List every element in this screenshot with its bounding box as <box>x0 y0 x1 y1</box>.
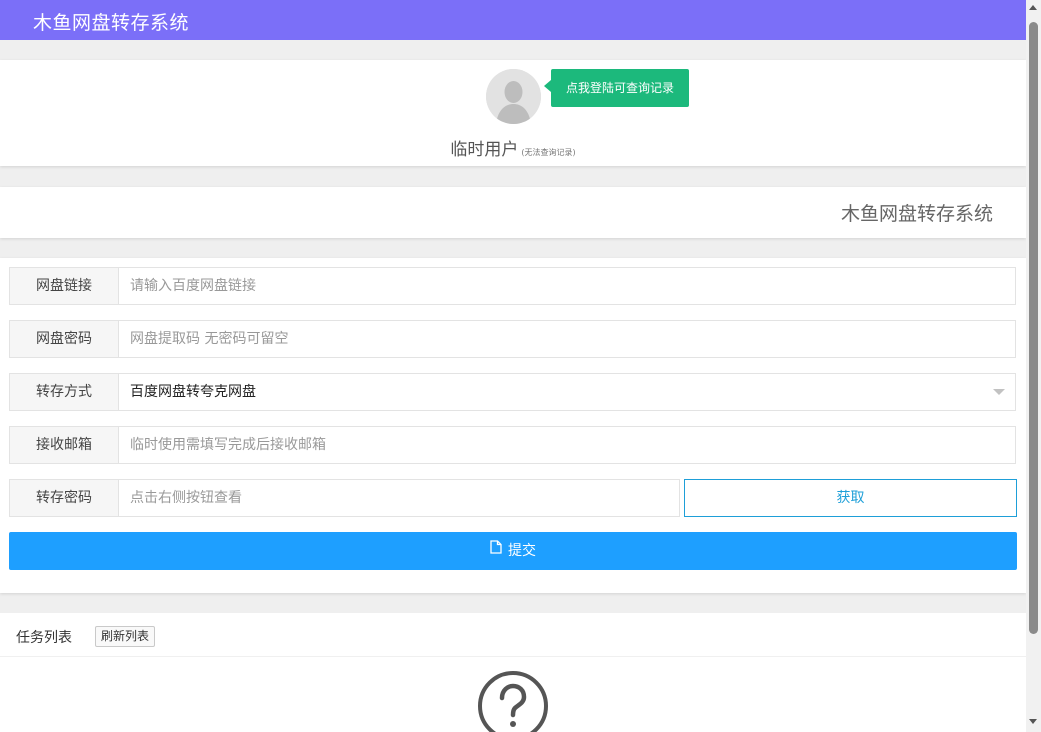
transfer-code-row: 转存密码 <box>9 479 680 517</box>
method-select[interactable]: 百度网盘转夸克网盘 <box>130 374 256 410</box>
link-input[interactable] <box>120 268 1015 304</box>
header-title: 木鱼网盘转存系统 <box>33 12 190 34</box>
submit-button[interactable]: 提交 <box>9 532 1017 570</box>
user-card: 点我登陆可查询记录 临时用户 (无法查询记录) <box>0 60 1026 166</box>
email-label: 接收邮箱 <box>10 427 119 463</box>
system-title-card: 木鱼网盘转存系统 <box>0 187 1026 238</box>
user-name-line: 临时用户 (无法查询记录) <box>0 135 1026 160</box>
user-name: 临时用户 <box>450 140 519 160</box>
page: 木鱼网盘转存系统 点我登陆可查询记录 临时用户 (无法查询记录) 木鱼网盘转存系统… <box>0 0 1026 732</box>
method-row[interactable]: 转存方式 百度网盘转夸克网盘 <box>9 373 1016 411</box>
password-input[interactable] <box>120 321 1015 357</box>
default-avatar-icon[interactable] <box>486 69 541 124</box>
file-icon <box>490 531 502 569</box>
task-list-card: 任务列表 刷新列表 <box>0 613 1026 732</box>
email-input[interactable] <box>120 427 1015 463</box>
question-circle-icon <box>477 670 549 732</box>
scroll-down-arrow-icon[interactable] <box>1029 719 1037 724</box>
chevron-down-icon[interactable] <box>993 389 1005 395</box>
top-header: 木鱼网盘转存系统 <box>0 0 1026 40</box>
transfer-code-label: 转存密码 <box>10 480 119 516</box>
login-tip-button[interactable]: 点我登陆可查询记录 <box>544 69 689 107</box>
transfer-code-input[interactable] <box>120 480 679 516</box>
task-list-header: 任务列表 刷新列表 <box>0 613 1026 657</box>
password-label: 网盘密码 <box>10 321 119 357</box>
scrollbar-thumb[interactable] <box>1029 22 1038 634</box>
scroll-up-arrow-icon[interactable] <box>1029 5 1037 10</box>
method-label: 转存方式 <box>10 374 119 410</box>
link-label: 网盘链接 <box>10 268 119 304</box>
refresh-list-button[interactable]: 刷新列表 <box>95 626 156 647</box>
page-scrollbar[interactable] <box>1026 0 1041 732</box>
transfer-form: 网盘链接 网盘密码 转存方式 百度网盘转夸克网盘 接收邮箱 转存密码 获取 <box>0 258 1026 593</box>
get-code-button[interactable]: 获取 <box>684 479 1017 517</box>
email-row: 接收邮箱 <box>9 426 1016 464</box>
submit-label: 提交 <box>508 543 536 559</box>
password-row: 网盘密码 <box>9 320 1016 358</box>
link-row: 网盘链接 <box>9 267 1016 305</box>
system-title: 木鱼网盘转存系统 <box>840 203 993 225</box>
user-note: (无法查询记录) <box>521 148 576 157</box>
task-list-title: 任务列表 <box>16 630 72 646</box>
